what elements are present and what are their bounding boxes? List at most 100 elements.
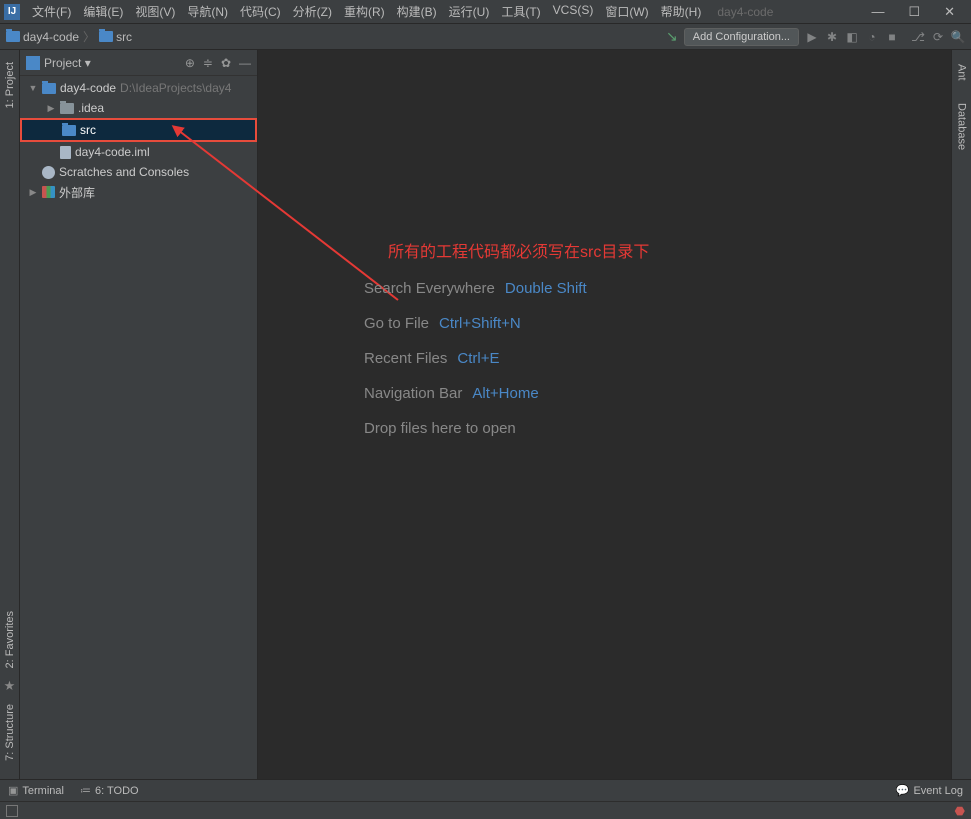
breadcrumb-src[interactable]: src	[99, 30, 132, 44]
tree-iml[interactable]: day4-code.iml	[20, 142, 257, 162]
hint-nav-label: Navigation Bar	[364, 385, 462, 402]
tab-todo[interactable]: ≔6: TODO	[80, 784, 139, 797]
close-button[interactable]: ✕	[944, 4, 955, 20]
project-panel-header: Project ▾ ⊕ ≑ ✿ —	[20, 50, 257, 76]
hint-search-label: Search Everywhere	[364, 280, 495, 297]
project-tree[interactable]: ▼ day4-code D:\IdeaProjects\day4 ▶ .idea…	[20, 76, 257, 204]
menubar: 文件(F) 编辑(E) 视图(V) 导航(N) 代码(C) 分析(Z) 重构(R…	[28, 1, 705, 22]
search-icon[interactable]: 🔍	[951, 30, 965, 44]
status-bar: ⬣	[0, 801, 971, 819]
tree-label: .idea	[78, 101, 104, 115]
menu-help[interactable]: 帮助(H)	[657, 1, 706, 22]
hint-goto-key: Ctrl+Shift+N	[439, 315, 521, 332]
tab-database[interactable]: Database	[954, 97, 970, 156]
menu-vcs[interactable]: VCS(S)	[549, 1, 598, 22]
collapse-icon[interactable]: ≑	[203, 56, 213, 70]
scratches-icon	[42, 166, 55, 179]
left-gutter: 1: Project 2: Favorites ★ 7: Structure	[0, 50, 20, 779]
project-icon	[26, 56, 40, 70]
menu-analyze[interactable]: 分析(Z)	[289, 1, 336, 22]
tree-external[interactable]: ▶ 外部库	[20, 182, 257, 202]
menu-file[interactable]: 文件(F)	[28, 1, 75, 22]
breadcrumb-root-label: day4-code	[23, 30, 79, 44]
window-buttons: — ☐ ✕	[871, 4, 967, 20]
error-icon[interactable]: ⬣	[955, 804, 965, 818]
menu-navigate[interactable]: 导航(N)	[183, 1, 232, 22]
app-logo: IJ	[4, 4, 20, 20]
expand-arrow-icon[interactable]: ▶	[46, 103, 56, 114]
hint-search-key: Double Shift	[505, 280, 587, 297]
tab-favorites[interactable]: 2: Favorites	[2, 605, 18, 674]
file-icon	[60, 146, 71, 159]
project-tool-window: Project ▾ ⊕ ≑ ✿ — ▼ day4-code D:\IdeaPro…	[20, 50, 258, 779]
profile-icon[interactable]: ◔	[865, 30, 879, 44]
editor-hints: Search Everywhere Double Shift Go to File…	[364, 280, 587, 437]
editor-area[interactable]: 所有的工程代码都必须写在src目录下 Search Everywhere Doub…	[258, 50, 951, 779]
bottom-toolbar: ▣Terminal ≔6: TODO 💬Event Log	[0, 779, 971, 801]
folder-icon	[6, 31, 20, 42]
debug-icon[interactable]: ✱	[825, 30, 839, 44]
tree-idea[interactable]: ▶ .idea	[20, 98, 257, 118]
breadcrumb-root[interactable]: day4-code	[6, 30, 79, 44]
main-area: 1: Project 2: Favorites ★ 7: Structure P…	[0, 50, 971, 779]
tool-windows-toggle[interactable]	[6, 805, 18, 817]
title-project: day4-code	[717, 5, 773, 19]
tab-project[interactable]: 1: Project	[2, 56, 18, 114]
coverage-icon[interactable]: ◧	[845, 30, 859, 44]
tab-structure[interactable]: 7: Structure	[2, 698, 18, 767]
tab-event-log[interactable]: 💬Event Log	[896, 784, 963, 797]
menu-run[interactable]: 运行(U)	[445, 1, 494, 22]
maximize-button[interactable]: ☐	[908, 4, 920, 20]
menu-refactor[interactable]: 重构(R)	[340, 1, 389, 22]
tree-label: src	[80, 123, 96, 137]
build-icon[interactable]: ↘	[666, 28, 678, 45]
hint-recent-key: Ctrl+E	[457, 350, 499, 367]
menu-build[interactable]: 构建(B)	[393, 1, 441, 22]
folder-icon	[99, 31, 113, 42]
tab-ant[interactable]: Ant	[954, 58, 970, 87]
tree-root[interactable]: ▼ day4-code D:\IdeaProjects\day4	[20, 78, 257, 98]
tree-src[interactable]: src	[20, 118, 257, 142]
titlebar: IJ 文件(F) 编辑(E) 视图(V) 导航(N) 代码(C) 分析(Z) 重…	[0, 0, 971, 24]
menu-code[interactable]: 代码(C)	[236, 1, 285, 22]
tree-path: D:\IdeaProjects\day4	[120, 81, 231, 95]
toolbar: day4-code 〉 src ↘ Add Configuration... ▶…	[0, 24, 971, 50]
add-configuration-button[interactable]: Add Configuration...	[684, 28, 799, 46]
annotation-text: 所有的工程代码都必须写在src目录下	[388, 238, 649, 262]
star-icon: ★	[4, 678, 16, 694]
update-icon[interactable]: ⟳	[931, 30, 945, 44]
breadcrumb-src-label: src	[116, 30, 132, 44]
toolbar-right: ↘ Add Configuration... ▶ ✱ ◧ ◔ ■ ⎇ ⟳ 🔍	[666, 28, 965, 46]
menu-view[interactable]: 视图(V)	[131, 1, 179, 22]
tree-scratches[interactable]: Scratches and Consoles	[20, 162, 257, 182]
hint-recent-label: Recent Files	[364, 350, 447, 367]
event-log-icon: 💬	[896, 784, 910, 797]
breadcrumb-separator: 〉	[83, 28, 95, 45]
menu-tools[interactable]: 工具(T)	[497, 1, 544, 22]
expand-arrow-icon[interactable]: ▼	[28, 83, 38, 93]
hint-drop: Drop files here to open	[364, 420, 516, 437]
folder-icon	[62, 125, 76, 136]
git-icon[interactable]: ⎇	[911, 30, 925, 44]
menu-window[interactable]: 窗口(W)	[601, 1, 652, 22]
hint-goto-label: Go to File	[364, 315, 429, 332]
menu-edit[interactable]: 编辑(E)	[79, 1, 127, 22]
locate-icon[interactable]: ⊕	[185, 56, 195, 70]
breadcrumb: day4-code 〉 src	[6, 28, 132, 45]
tree-label: day4-code.iml	[75, 145, 150, 159]
expand-arrow-icon[interactable]: ▶	[28, 187, 38, 198]
tree-label: Scratches and Consoles	[59, 165, 189, 179]
stop-icon[interactable]: ■	[885, 30, 899, 44]
project-view-selector[interactable]: Project ▾	[44, 56, 91, 70]
run-icon[interactable]: ▶	[805, 30, 819, 44]
panel-tools: ⊕ ≑ ✿ —	[185, 56, 251, 70]
tab-terminal[interactable]: ▣Terminal	[8, 784, 64, 797]
right-gutter: Ant Database	[951, 50, 971, 779]
gear-icon[interactable]: ✿	[221, 56, 231, 70]
tree-label: day4-code	[60, 81, 116, 95]
tree-label: 外部库	[59, 184, 95, 201]
terminal-icon: ▣	[8, 784, 18, 797]
minimize-button[interactable]: —	[871, 4, 884, 20]
folder-icon	[60, 103, 74, 114]
hide-icon[interactable]: —	[239, 56, 251, 70]
